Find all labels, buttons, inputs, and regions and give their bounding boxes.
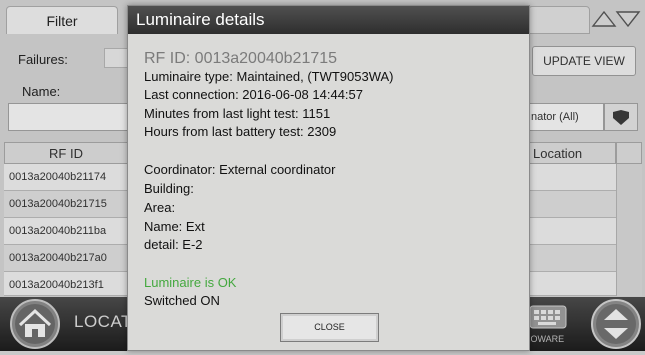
building: Building: <box>144 181 194 196</box>
coordinator: Coordinator: External coordinator <box>144 162 336 177</box>
area: Area: <box>144 200 176 215</box>
dialog-title: Luminaire details <box>136 10 265 29</box>
detail: detail: E-2 <box>144 237 203 252</box>
name: Name: Ext <box>144 219 205 234</box>
last-connection: Last connection: 2016-06-08 14:44:57 <box>144 87 364 102</box>
minutes-light-test: Minutes from last light test: 1151 <box>144 106 331 121</box>
hours-battery-test: Hours from last battery test: 2309 <box>144 124 337 139</box>
close-button[interactable]: CLOSE <box>280 313 379 342</box>
luminaire-type: Luminaire type: Maintained, (TWT9053WA) <box>144 69 394 84</box>
rf-id-value: RF ID: 0013a20040b21715 <box>144 50 338 67</box>
switched-state: Switched ON <box>144 293 220 308</box>
status-ok: Luminaire is OK <box>144 275 237 290</box>
